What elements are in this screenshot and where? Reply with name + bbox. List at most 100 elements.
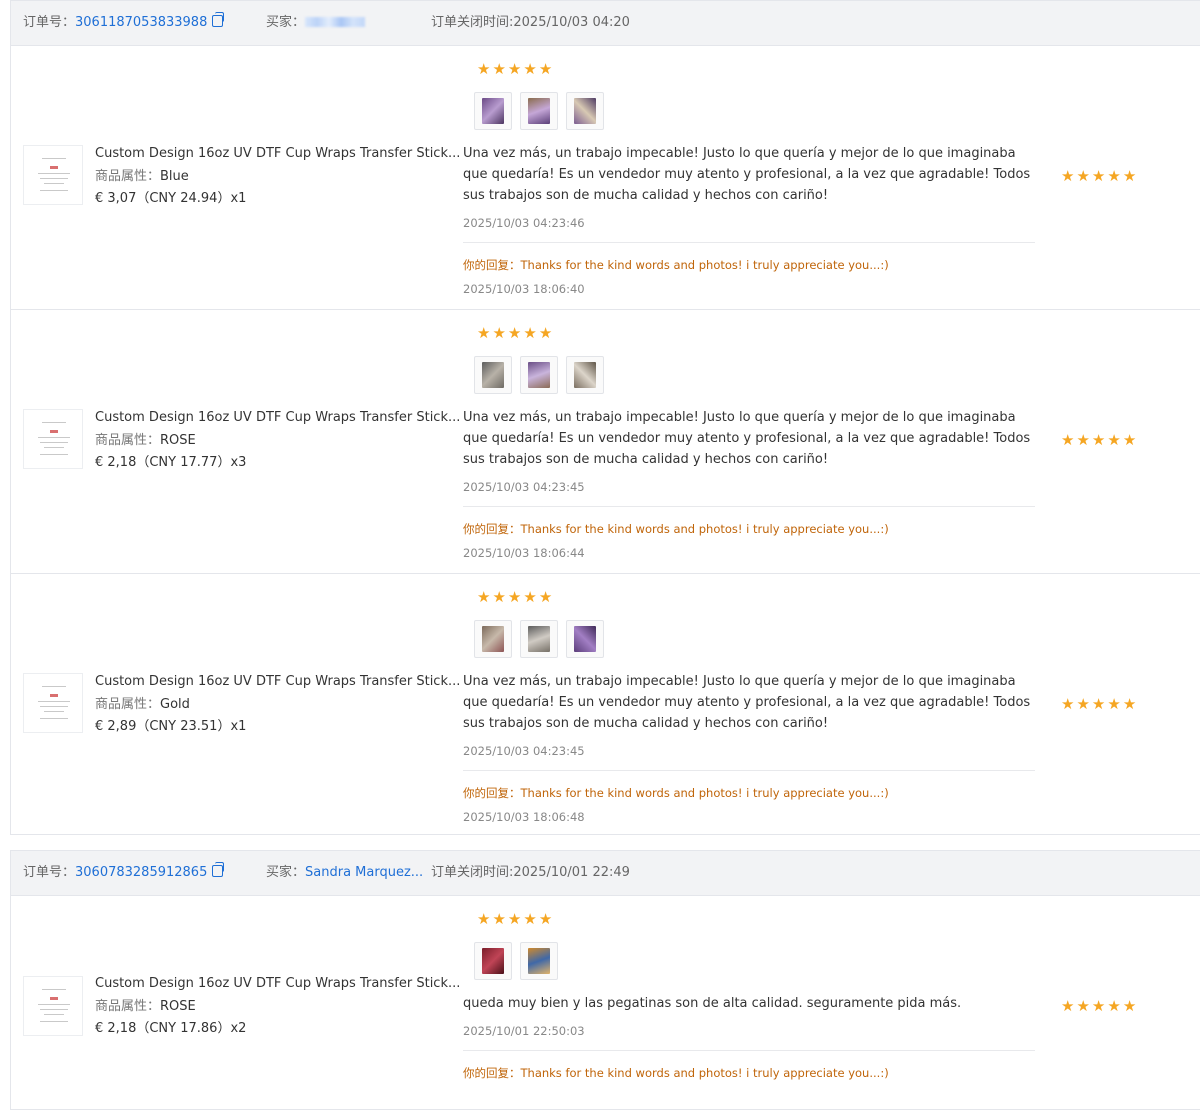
order-item: Custom Design 16oz UV DTF Cup Wraps Tran… [11, 46, 1200, 310]
review-stars: ★★★★★ [477, 62, 554, 77]
seller-reply: 你的回复：Thanks for the kind words and photo… [463, 1066, 889, 1080]
divider [463, 506, 1035, 507]
seller-reply: 你的回复：Thanks for the kind words and photo… [463, 522, 889, 536]
review-text: Una vez más, un trabajo impecable! Justo… [463, 146, 1031, 203]
product-thumbnail[interactable] [23, 409, 83, 469]
review-date: 2025/10/03 04:23:45 [463, 480, 585, 494]
order-rating-stars: ★★★★★ [1061, 997, 1138, 1015]
review-photo[interactable] [566, 356, 604, 394]
star-icon: ★ [1122, 167, 1139, 185]
product-title[interactable]: Custom Design 16oz UV DTF Cup Wraps Tran… [95, 407, 460, 430]
star-icon: ★ [507, 60, 524, 78]
product-info: Custom Design 16oz UV DTF Cup Wraps Tran… [95, 973, 460, 1041]
product-attribute: ROSE [160, 998, 196, 1014]
review-date: 2025/10/01 22:50:03 [463, 1024, 585, 1038]
star-icon: ★ [523, 588, 539, 606]
review: ★★★★★ Una vez más, un trabajo impecable!… [463, 574, 1035, 836]
review-date: 2025/10/03 04:23:46 [463, 216, 585, 230]
review-photo[interactable] [520, 356, 558, 394]
star-icon: ★ [492, 910, 508, 928]
star-icon: ★ [538, 324, 555, 342]
product-info: Custom Design 16oz UV DTF Cup Wraps Tran… [95, 143, 460, 211]
review-text: Una vez más, un trabajo impecable! Justo… [463, 410, 1031, 467]
star-icon: ★ [507, 324, 524, 342]
star-icon: ★ [1091, 997, 1108, 1015]
review-photo[interactable] [474, 92, 512, 130]
star-icon: ★ [1122, 695, 1139, 713]
review: ★★★★★ Una vez más, un trabajo impecable!… [463, 310, 1035, 573]
review-stars: ★★★★★ [477, 912, 554, 927]
star-icon: ★ [523, 910, 539, 928]
star-icon: ★ [477, 910, 493, 928]
star-icon: ★ [492, 324, 508, 342]
review-photo[interactable] [520, 620, 558, 658]
review-photo[interactable] [474, 356, 512, 394]
buyer: 买家：Sandra Marquez... [266, 865, 424, 880]
order-header: 订单号：3060783285912865 买家：Sandra Marquez..… [11, 851, 1200, 896]
reply-date: 2025/10/03 18:06:40 [463, 282, 585, 296]
review-photo[interactable] [520, 92, 558, 130]
product-price: € 2,18（CNY 17.77）x3 [95, 455, 247, 470]
star-icon: ★ [1076, 997, 1092, 1015]
star-icon: ★ [1076, 431, 1092, 449]
product-thumbnail[interactable] [23, 976, 83, 1036]
seller-reply: 你的回复：Thanks for the kind words and photo… [463, 786, 889, 800]
order-card: 订单号：3061187053833988 买家： 订单关闭时间:2025/10/… [10, 0, 1200, 835]
product-info: Custom Design 16oz UV DTF Cup Wraps Tran… [95, 671, 460, 739]
product-thumbnail[interactable] [23, 145, 83, 205]
star-icon: ★ [1061, 997, 1077, 1015]
reply-date: 2025/10/03 18:06:48 [463, 810, 585, 824]
star-icon: ★ [477, 588, 493, 606]
product-title[interactable]: Custom Design 16oz UV DTF Cup Wraps Tran… [95, 143, 460, 166]
star-icon: ★ [492, 60, 508, 78]
divider [463, 242, 1035, 243]
order-close-time: 订单关闭时间:2025/10/01 22:49 [431, 865, 630, 880]
star-icon: ★ [1076, 167, 1092, 185]
review-photo[interactable] [566, 620, 604, 658]
order-header: 订单号：3061187053833988 买家： 订单关闭时间:2025/10/… [11, 1, 1200, 46]
star-icon: ★ [1076, 695, 1092, 713]
review-photo[interactable] [474, 620, 512, 658]
seller-reply: 你的回复：Thanks for the kind words and photo… [463, 258, 889, 272]
order-rating-stars: ★★★★★ [1061, 695, 1138, 713]
order-item: Custom Design 16oz UV DTF Cup Wraps Tran… [11, 310, 1200, 574]
review-photo[interactable] [520, 942, 558, 980]
review-photo[interactable] [474, 942, 512, 980]
review-text: queda muy bien y las pegatinas son de al… [463, 996, 962, 1011]
product-attribute: ROSE [160, 432, 196, 448]
star-icon: ★ [1091, 695, 1108, 713]
star-icon: ★ [492, 588, 508, 606]
star-icon: ★ [523, 60, 539, 78]
star-icon: ★ [507, 910, 524, 928]
order-number: 订单号：3060783285912865 [23, 851, 225, 895]
review-photo[interactable] [566, 92, 604, 130]
star-icon: ★ [538, 60, 555, 78]
star-icon: ★ [523, 324, 539, 342]
buyer-name-blurred [305, 17, 366, 27]
order-close-time: 订单关闭时间:2025/10/03 04:20 [431, 15, 630, 30]
star-icon: ★ [538, 588, 555, 606]
divider [463, 1050, 1035, 1051]
product-title[interactable]: Custom Design 16oz UV DTF Cup Wraps Tran… [95, 973, 460, 996]
review-date: 2025/10/03 04:23:45 [463, 744, 585, 758]
product-price: € 2,18（CNY 17.86）x2 [95, 1021, 247, 1036]
star-icon: ★ [477, 324, 493, 342]
product-title[interactable]: Custom Design 16oz UV DTF Cup Wraps Tran… [95, 671, 460, 694]
buyer-name-link[interactable]: Sandra Marquez... [305, 865, 423, 880]
star-icon: ★ [1061, 167, 1077, 185]
order-number-link[interactable]: 3061187053833988 [75, 15, 207, 30]
product-thumbnail[interactable] [23, 673, 83, 733]
order-card: 订单号：3060783285912865 买家：Sandra Marquez..… [10, 850, 1200, 1110]
divider [463, 770, 1035, 771]
star-icon: ★ [1091, 167, 1108, 185]
review-text: Una vez más, un trabajo impecable! Justo… [463, 674, 1031, 731]
order-number-link[interactable]: 3060783285912865 [75, 865, 207, 880]
star-icon: ★ [1091, 431, 1108, 449]
star-icon: ★ [1122, 431, 1139, 449]
star-icon: ★ [1107, 695, 1123, 713]
product-price: € 3,07（CNY 24.94）x1 [95, 191, 247, 206]
product-attribute: Blue [160, 168, 189, 184]
copy-icon[interactable] [212, 862, 225, 877]
copy-icon[interactable] [212, 12, 225, 27]
star-icon: ★ [1107, 167, 1123, 185]
